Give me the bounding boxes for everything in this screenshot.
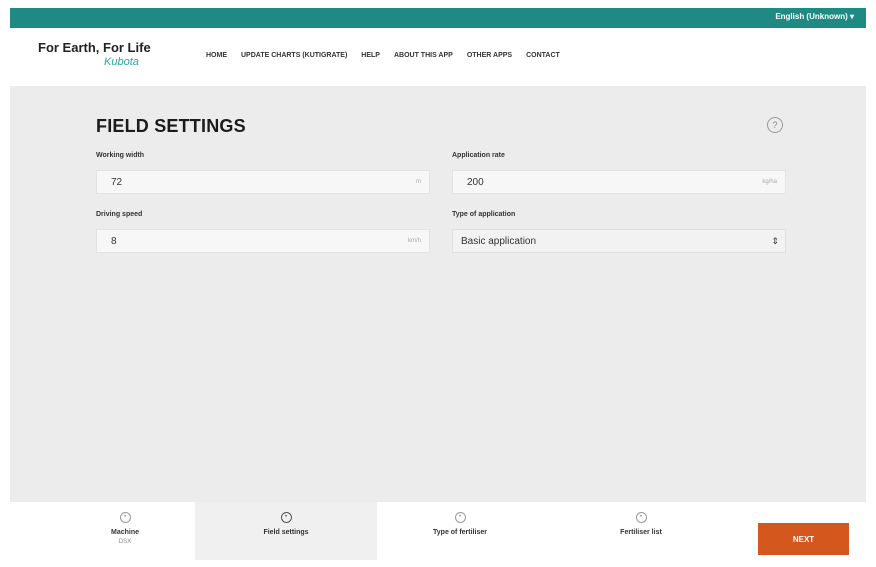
step-fertiliser-list[interactable]: • Fertiliser list [576, 502, 706, 560]
application-type-value: Basic application [461, 236, 537, 247]
step-machine[interactable]: • Machine DSX [60, 502, 190, 560]
step-field-settings-icon: • [280, 512, 292, 523]
page-title: FIELD SETTINGS [96, 116, 246, 136]
application-type-select[interactable]: Basic application ⇕ [452, 229, 786, 253]
logo-brand: Kubota [104, 56, 139, 68]
driving-speed-field[interactable]: km/h [96, 229, 430, 253]
main-nav: HOME UPDATE CHARTS (KUTIGRATE) HELP ABOU… [206, 52, 560, 59]
step-fertiliser-list-label: Fertiliser list [620, 529, 662, 536]
application-rate-field[interactable]: kg/ha [452, 170, 786, 194]
working-width-unit: m [416, 179, 421, 185]
driving-speed-input[interactable] [97, 230, 429, 252]
nav-home[interactable]: HOME [206, 52, 227, 59]
working-width-label: Working width [96, 152, 145, 159]
working-width-input[interactable] [97, 171, 429, 193]
logo[interactable]: For Earth, For Life Kubota [38, 40, 151, 68]
working-width-field[interactable]: m [96, 170, 430, 194]
nav-contact[interactable]: CONTACT [526, 52, 560, 59]
step-footer: • Machine DSX • Field settings • Type of… [10, 502, 866, 560]
step-fertiliser-type-icon: • [454, 512, 466, 523]
step-fertiliser-type[interactable]: • Type of fertiliser [395, 502, 525, 560]
next-button[interactable]: NEXT [758, 523, 849, 555]
step-machine-icon: • [119, 512, 131, 523]
language-selector[interactable]: English (Unknown) ▾ [775, 12, 854, 21]
application-rate-label: Application rate [452, 152, 505, 159]
nav-about[interactable]: ABOUT THIS APP [394, 52, 453, 59]
header: For Earth, For Life Kubota HOME UPDATE C… [10, 28, 866, 86]
nav-help[interactable]: HELP [361, 52, 380, 59]
step-field-settings-label: Field settings [263, 529, 309, 536]
application-rate-unit: kg/ha [762, 179, 777, 185]
logo-tagline: For Earth, For Life [38, 40, 151, 55]
driving-speed-unit: km/h [407, 238, 421, 244]
driving-speed-label: Driving speed [96, 211, 143, 218]
application-rate-input[interactable] [453, 171, 785, 193]
select-arrow-icon: ⇕ [771, 236, 779, 246]
main-content: FIELD SETTINGS ? Working width m Applica… [10, 86, 866, 502]
step-machine-label: Machine [110, 529, 139, 536]
nav-update-charts[interactable]: UPDATE CHARTS (KUTIGRATE) [241, 52, 347, 59]
step-fertiliser-list-icon: • [635, 512, 647, 523]
step-fertiliser-type-label: Type of fertiliser [433, 529, 487, 536]
step-field-settings[interactable]: • Field settings [195, 502, 377, 560]
step-machine-sub: DSX [118, 539, 132, 545]
top-bar: English (Unknown) ▾ [10, 8, 866, 28]
application-type-label: Type of application [452, 211, 516, 218]
nav-other-apps[interactable]: OTHER APPS [467, 52, 512, 59]
help-icon[interactable]: ? [767, 117, 783, 133]
